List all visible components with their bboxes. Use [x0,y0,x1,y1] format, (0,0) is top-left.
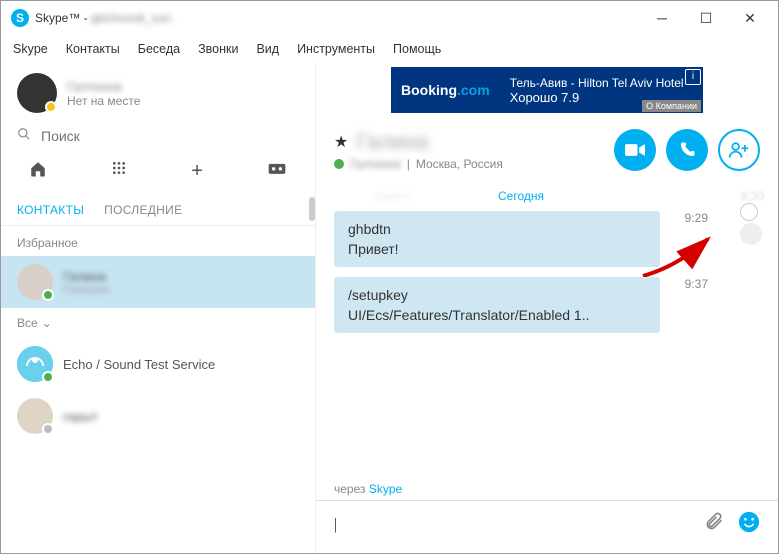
message-bubble[interactable]: /setupkey UI/Ecs/Features/Translator/Ena… [334,277,660,333]
message-text: ghbdtn [348,221,646,237]
home-icon[interactable] [29,160,47,183]
contact-sub: Галчонок [63,284,110,296]
message-time: 9:37 [672,277,708,291]
section-favorites: Избранное [1,226,315,256]
search-icon [17,127,31,144]
chat-panel: Booking.com Тель-Авив - Hilton Tel Aviv … [316,63,778,553]
contact-name: Галина [63,269,110,284]
contact-name: скрыт [63,409,98,424]
tab-contacts[interactable]: КОНТАКТЫ [17,203,84,217]
menu-help[interactable]: Помощь [393,42,441,56]
dialpad-icon[interactable] [111,160,127,183]
menu-skype[interactable]: Skype [13,42,48,56]
globe-icon[interactable] [740,203,758,221]
message-time: 9:29 [672,211,708,225]
contact-name: Echo / Sound Test Service [63,357,215,372]
status-online-icon [42,371,54,383]
search-row[interactable] [1,119,315,152]
add-contact-icon[interactable]: + [191,160,203,183]
contact-avatar [17,346,53,382]
message-row: ghbdtn Привет! 9:29 [334,211,708,267]
skype-logo-icon: S [11,9,29,27]
message-row: /setupkey UI/Ecs/Features/Translator/Ena… [334,277,708,333]
search-input[interactable] [41,128,299,144]
attach-icon[interactable] [704,511,724,539]
menu-tools[interactable]: Инструменты [297,42,375,56]
video-call-button[interactable] [614,129,656,171]
contact-item-echo[interactable]: Echo / Sound Test Service [1,338,315,390]
chat-username: Галчонок [350,157,401,171]
sidebar: Галчонок Нет на месте + КОНТАКТЫ ПО [1,63,316,553]
close-button[interactable]: ✕ [728,3,772,33]
emoji-icon[interactable] [738,511,760,539]
date-separator: привет Сегодня 8:30 [334,189,708,203]
filter-all[interactable]: Все ⌄ [1,308,315,338]
status-offline-icon [42,423,54,435]
menu-calls[interactable]: Звонки [198,42,238,56]
contact-item-selected[interactable]: Галина Галчонок [1,256,315,308]
minimize-button[interactable]: ─ [640,3,684,33]
message-bubble[interactable]: ghbdtn Привет! [334,211,660,267]
chevron-down-icon: ⌄ [42,316,52,330]
add-participant-button[interactable] [718,129,760,171]
peer-avatar-small [740,223,762,245]
maximize-button[interactable]: ☐ [684,3,728,33]
menu-chat[interactable]: Беседа [138,42,180,56]
self-profile[interactable]: Галчонок Нет на месте [1,63,315,119]
tab-recent[interactable]: ПОСЛЕДНИЕ [104,203,182,217]
chat-header: ★ Галина Галчонок | Москва, Россия [316,119,778,175]
ad-about[interactable]: О Компании [642,100,701,112]
message-input[interactable]: | [334,516,692,534]
menubar: Skype Контакты Беседа Звонки Вид Инструм… [1,35,778,63]
ad-line1: Тель-Авив - Hilton Tel Aviv Hotel [510,76,703,90]
contact-avatar [17,398,53,434]
window-title: Skype™ - gkichonok_sun [35,11,171,25]
ad-banner[interactable]: Booking.com Тель-Авив - Hilton Tel Aviv … [391,67,703,113]
favorite-star-icon[interactable]: ★ [334,132,348,152]
chat-contact-name: Галина [356,129,428,155]
menu-contacts[interactable]: Контакты [66,42,120,56]
via-label: через Skype [316,478,778,501]
status-away-icon [45,101,57,113]
self-status: Нет на месте [67,94,140,108]
message-input-row: | [316,501,778,553]
scrollbar-thumb[interactable] [309,197,315,221]
ad-brand: Booking.com [391,82,500,98]
ad-info-icon[interactable]: i [685,69,701,85]
chat-location: Москва, Россия [416,157,503,171]
titlebar: S Skype™ - gkichonok_sun ─ ☐ ✕ [1,1,778,35]
voice-call-button[interactable] [666,129,708,171]
message-text: Привет! [348,241,646,257]
via-link[interactable]: Skype [369,482,402,496]
message-text: /setupkey [348,287,646,303]
self-name: Галчонок [67,79,140,94]
messages-area: привет Сегодня 8:30 ghbdtn Привет! 9:29 … [316,175,778,478]
self-avatar [17,73,57,113]
contact-item[interactable]: скрыт [1,390,315,442]
bot-icon[interactable] [267,160,287,183]
status-online-icon [334,159,344,169]
menu-view[interactable]: Вид [256,42,279,56]
message-text: UI/Ecs/Features/Translator/Enabled 1.. [348,307,646,323]
status-online-icon [42,289,54,301]
contact-avatar [17,264,53,300]
